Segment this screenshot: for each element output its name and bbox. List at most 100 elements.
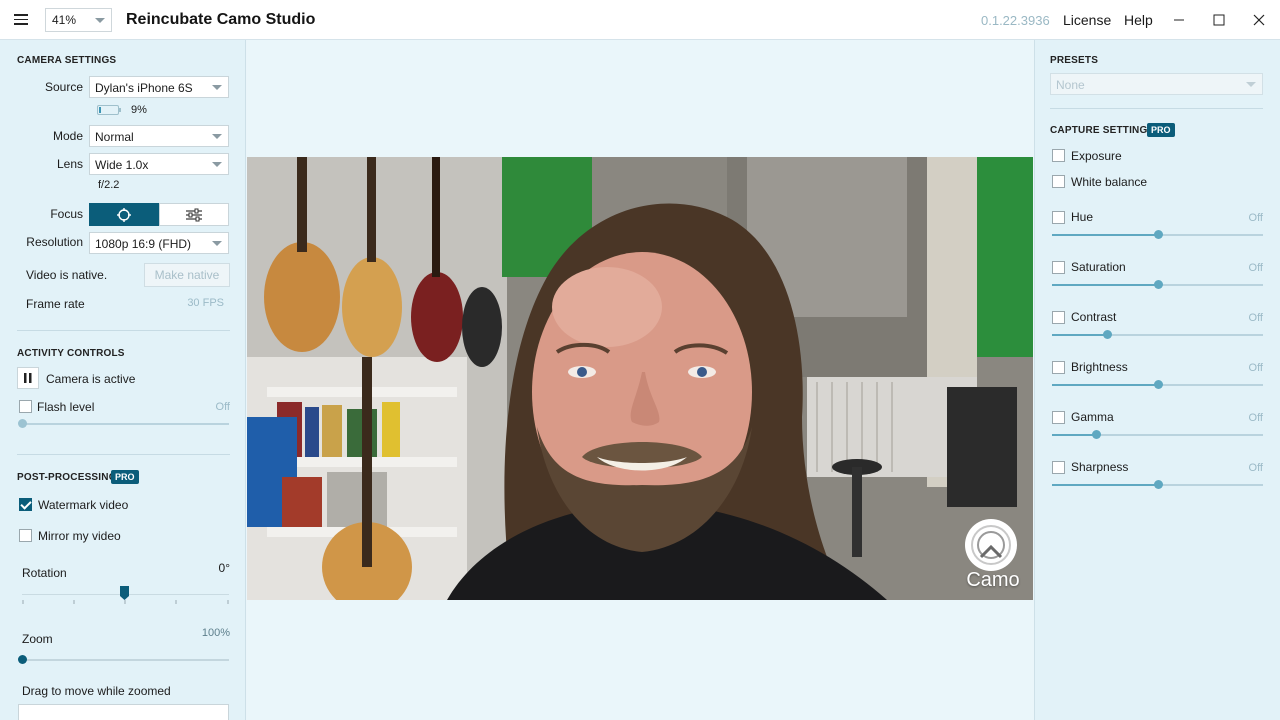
gamma-slider-thumb[interactable]	[1092, 430, 1102, 439]
hue-checkbox[interactable]	[1052, 211, 1065, 224]
zoom-slider-track[interactable]	[22, 659, 229, 661]
pause-icon	[24, 373, 32, 383]
camo-watermark-text: Camo	[966, 569, 1020, 591]
license-link[interactable]: License	[1063, 12, 1111, 28]
rotation-label: Rotation	[22, 566, 67, 580]
sharpness-value: Off	[1248, 462, 1263, 474]
hue-label: Hue	[1071, 210, 1094, 224]
battery-fill	[99, 107, 101, 113]
rotation-value: 0°	[218, 561, 230, 575]
brightness-slider-fill	[1052, 384, 1158, 386]
zoom-value: 100%	[201, 627, 230, 639]
brightness-checkbox[interactable]	[1052, 361, 1065, 374]
mode-select-value: Normal	[95, 130, 134, 144]
flash-level-checkbox[interactable]	[19, 400, 32, 413]
chevron-down-icon	[212, 162, 222, 167]
crosshair-icon	[117, 207, 131, 222]
contrast-slider-thumb[interactable]	[1102, 330, 1112, 339]
source-select[interactable]: Dylan's iPhone 6S	[89, 76, 229, 98]
flash-slider-track[interactable]	[22, 423, 229, 425]
zoom-slider-thumb[interactable]	[18, 655, 27, 664]
frame-rate-value: 30 FPS	[187, 297, 224, 309]
frame-rate-label: Frame rate	[26, 297, 85, 311]
watermark-checkbox[interactable]	[19, 498, 32, 511]
flash-level-value: Off	[215, 401, 230, 413]
chevron-down-icon	[212, 134, 222, 139]
watermark-label: Watermark video	[38, 498, 129, 512]
brightness-value: Off	[1248, 362, 1263, 374]
chevron-down-icon	[1246, 82, 1256, 87]
lens-select-value: Wide 1.0x	[95, 158, 149, 172]
source-label: Source	[44, 80, 83, 94]
sharpness-slider-thumb[interactable]	[1153, 480, 1163, 489]
sharpness-slider-fill	[1052, 484, 1158, 486]
camera-active-label: Camera is active	[46, 372, 136, 386]
presets-select-value: None	[1056, 78, 1085, 92]
chevron-down-icon	[95, 18, 105, 23]
hue-slider-thumb[interactable]	[1153, 230, 1163, 239]
sliders-icon	[186, 208, 202, 221]
resolution-select-value: 1080p 16:9 (FHD)	[95, 237, 192, 251]
activity-controls-title: Activity Controls	[17, 348, 125, 359]
gamma-slider-fill	[1052, 434, 1097, 436]
lens-select[interactable]: Wide 1.0x	[89, 153, 229, 175]
close-button[interactable]	[1239, 0, 1279, 40]
camera-settings-title: Camera Settings	[17, 55, 117, 66]
autofocus-button[interactable]	[89, 203, 159, 226]
lens-label: Lens	[56, 157, 83, 171]
drag-area[interactable]	[18, 704, 229, 720]
exposure-label: Exposure	[1071, 149, 1122, 163]
saturation-slider-thumb[interactable]	[1153, 280, 1163, 289]
pause-camera-button[interactable]	[17, 367, 39, 389]
rotation-slider-thumb[interactable]	[120, 586, 130, 601]
mode-select[interactable]: Normal	[89, 125, 229, 147]
minimize-button[interactable]	[1159, 0, 1199, 40]
saturation-value: Off	[1248, 262, 1263, 274]
saturation-slider-fill	[1052, 284, 1158, 286]
zoom-select[interactable]: 41%	[45, 8, 112, 32]
pro-badge: PRO	[111, 470, 139, 484]
aperture-label: f/2.2	[98, 179, 120, 191]
sharpness-checkbox[interactable]	[1052, 461, 1065, 474]
camera-feed[interactable]: Camo	[247, 157, 1033, 600]
exposure-checkbox[interactable]	[1052, 149, 1065, 162]
zoom-label: Zoom	[22, 632, 53, 646]
zoom-select-value: 41%	[52, 13, 77, 27]
chevron-down-icon	[212, 241, 222, 246]
contrast-checkbox[interactable]	[1052, 311, 1065, 324]
manual-focus-button[interactable]	[159, 203, 229, 226]
gamma-value: Off	[1248, 412, 1263, 424]
contrast-value: Off	[1248, 312, 1263, 324]
sharpness-label: Sharpness	[1071, 460, 1129, 474]
source-select-value: Dylan's iPhone 6S	[95, 81, 193, 95]
white-balance-label: White balance	[1071, 175, 1148, 189]
mode-label: Mode	[52, 129, 83, 143]
white-balance-checkbox[interactable]	[1052, 175, 1065, 188]
flash-level-label: Flash level	[37, 400, 95, 414]
help-link[interactable]: Help	[1124, 12, 1153, 28]
battery-icon	[97, 105, 121, 115]
mirror-label: Mirror my video	[38, 529, 121, 543]
chevron-down-icon	[212, 85, 222, 90]
focus-label: Focus	[50, 207, 83, 221]
menu-icon[interactable]	[14, 14, 28, 25]
presets-select[interactable]: None	[1050, 73, 1263, 95]
post-processing-title: Post-Processing	[17, 472, 117, 483]
gamma-label: Gamma	[1071, 410, 1114, 424]
native-status: Video is native.	[26, 268, 108, 282]
version-label: 0.1.22.3936	[981, 13, 1050, 28]
title-bar: 41% Reincubate Camo Studio 0.1.22.3936 L…	[0, 0, 1280, 40]
drag-label: Drag to move while zoomed	[22, 684, 171, 698]
make-native-button[interactable]: Make native	[144, 263, 230, 287]
brightness-slider-thumb[interactable]	[1153, 380, 1163, 389]
resolution-select[interactable]: 1080p 16:9 (FHD)	[89, 232, 229, 254]
left-panel: Camera Settings Source Dylan's iPhone 6S…	[0, 40, 246, 720]
right-panel: Presets None Capture Settings PRO Exposu…	[1034, 40, 1280, 720]
flash-slider-thumb[interactable]	[18, 419, 27, 428]
gamma-checkbox[interactable]	[1052, 411, 1065, 424]
saturation-checkbox[interactable]	[1052, 261, 1065, 274]
maximize-button[interactable]	[1199, 0, 1239, 40]
mirror-checkbox[interactable]	[19, 529, 32, 542]
divider	[1050, 108, 1263, 109]
battery-percent: 9%	[131, 104, 147, 116]
